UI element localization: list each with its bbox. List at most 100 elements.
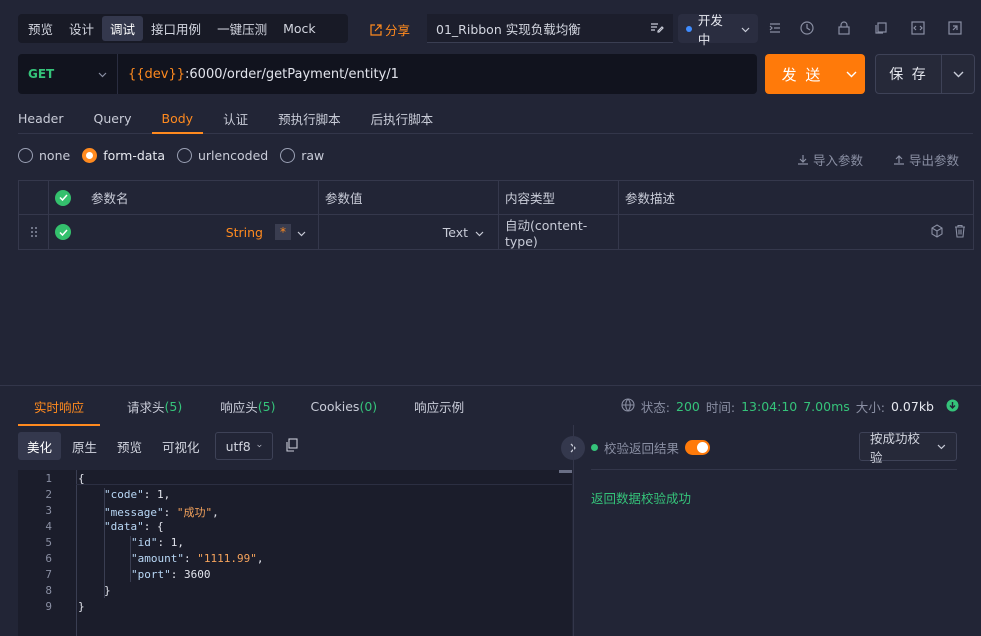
tab-response-headers[interactable]: 响应头 (5) — [220, 386, 275, 426]
export-doc-icon[interactable] — [947, 20, 963, 36]
description-header: 参数描述 — [625, 191, 676, 206]
radio-label: raw — [301, 148, 325, 163]
tab-header[interactable]: Header — [18, 103, 64, 133]
share-button[interactable]: 分享 — [370, 20, 410, 39]
tab-body[interactable]: Body — [151, 103, 203, 134]
tab-preview[interactable]: 预览 — [20, 16, 61, 41]
line-number: 9 — [45, 600, 52, 613]
radio-none[interactable]: none — [18, 148, 70, 163]
size-label: 大小: — [855, 400, 885, 415]
chevron-down-icon[interactable] — [837, 54, 865, 94]
response-clock: 13:04:10 — [741, 399, 798, 414]
line-number: 3 — [45, 504, 52, 517]
code-line: "port": 3600 — [131, 568, 211, 581]
tab-realtime-response[interactable]: 实时响应 — [17, 386, 101, 426]
radio-label: urlencoded — [198, 148, 269, 163]
save-button[interactable]: 保 存 — [875, 54, 975, 94]
view-beautify[interactable]: 美化 — [18, 432, 62, 460]
value-type[interactable]: Text — [443, 225, 468, 240]
tab-query[interactable]: Query — [94, 103, 132, 133]
response-code-viewer[interactable]: 1 2 3 4 5 6 7 8 9 { "code": 1, "message"… — [18, 470, 572, 636]
verify-mode-select[interactable]: 按成功校验 — [859, 431, 957, 465]
url-path: :6000/order/getPayment/entity/1 — [185, 66, 399, 82]
tab-mock[interactable]: Mock — [275, 16, 324, 41]
url-bar: GET {{dev}}:6000/order/getPayment/entity… — [18, 54, 757, 94]
json-value: 3600 — [184, 568, 211, 581]
download-icon[interactable] — [946, 399, 959, 415]
code-line: "code": 1, — [104, 488, 171, 501]
drag-handle-icon[interactable] — [19, 215, 49, 249]
request-tabs: Header Query Body 认证 预执行脚本 后执行脚本 — [18, 103, 973, 134]
json-value: 1 — [170, 536, 178, 549]
param-name-cell[interactable]: String * — [49, 215, 319, 249]
share-icon — [370, 23, 382, 36]
tab-pre-script[interactable]: 预执行脚本 — [278, 103, 341, 133]
api-title-input[interactable]: 01_Ribbon 实现负载均衡 — [427, 14, 673, 43]
line-number: 8 — [45, 584, 52, 597]
method-select[interactable]: GET — [18, 54, 118, 94]
radio-raw[interactable]: raw — [280, 148, 324, 163]
json-key: "message" — [104, 506, 164, 519]
json-key: "code" — [104, 488, 144, 501]
encoding-select[interactable]: utf8 — [214, 432, 273, 460]
send-button[interactable]: 发 送 — [765, 54, 865, 94]
tab-count: (5) — [257, 398, 276, 414]
view-raw[interactable]: 原生 — [63, 432, 106, 460]
tab-api-case[interactable]: 接口用例 — [143, 16, 209, 41]
verify-toggle[interactable] — [685, 440, 711, 455]
required-tag[interactable]: * — [275, 224, 291, 240]
time-label: 时间: — [705, 400, 736, 415]
tab-stress-test[interactable]: 一键压测 — [209, 16, 275, 41]
radio-form-data[interactable]: form-data — [82, 148, 165, 163]
json-value: "成功" — [176, 506, 213, 519]
environment-select[interactable]: 开发中 — [678, 13, 758, 47]
radio-urlencoded[interactable]: urlencoded — [177, 148, 268, 163]
view-preview[interactable]: 预览 — [108, 432, 151, 460]
code-icon[interactable] — [910, 20, 926, 36]
param-type[interactable]: String — [226, 225, 263, 240]
radio-label: none — [39, 148, 71, 163]
history-icon[interactable] — [799, 20, 815, 36]
tab-auth[interactable]: 认证 — [223, 103, 248, 133]
url-variable: {{dev}} — [128, 66, 186, 82]
content-type-cell[interactable]: 自动(content-type) — [499, 215, 619, 249]
save-label: 保 存 — [876, 55, 942, 93]
select-all-checkbox[interactable] — [55, 189, 71, 206]
import-params-button[interactable]: 导入参数 — [797, 150, 863, 169]
code-line: "amount": "1111.99", — [131, 552, 264, 565]
export-params-button[interactable]: 导出参数 — [893, 150, 959, 169]
copy-icon[interactable] — [285, 437, 298, 455]
tab-label: 响应头 — [220, 399, 258, 415]
globe-icon[interactable] — [621, 398, 635, 415]
line-number: 4 — [45, 520, 52, 533]
json-key: "id" — [131, 536, 158, 549]
tab-label: 实时响应 — [34, 399, 85, 415]
edit-doc-icon[interactable] — [650, 21, 664, 36]
delete-icon[interactable] — [953, 224, 967, 241]
drag-col — [19, 181, 49, 214]
view-mode-bar: 美化 原生 预览 可视化 utf8 — [18, 432, 298, 460]
param-value-cell[interactable]: Text — [319, 215, 499, 249]
line-number: 7 — [45, 568, 52, 581]
chevron-down-icon[interactable] — [475, 225, 484, 240]
row-checkbox[interactable] — [55, 224, 71, 240]
tab-design[interactable]: 设计 — [61, 16, 102, 41]
chevron-down-icon[interactable] — [942, 71, 974, 78]
env-label: 开发中 — [697, 12, 723, 47]
tab-debug[interactable]: 调试 — [102, 16, 144, 41]
description-cell[interactable] — [619, 215, 973, 249]
tab-response-example[interactable]: 响应示例 — [414, 386, 464, 426]
json-key: "data" — [104, 520, 144, 533]
chevron-down-icon[interactable] — [297, 225, 306, 240]
tab-count: (0) — [359, 398, 378, 414]
tab-cookies[interactable]: Cookies (0) — [310, 386, 377, 426]
lock-icon[interactable] — [836, 20, 852, 36]
tab-post-script[interactable]: 后执行脚本 — [371, 103, 434, 133]
copy-icon[interactable] — [873, 20, 889, 36]
indent-icon[interactable] — [767, 20, 783, 36]
cube-icon[interactable] — [930, 223, 944, 241]
view-visualize[interactable]: 可视化 — [153, 432, 209, 460]
import-label: 导入参数 — [813, 153, 864, 168]
tab-request-headers[interactable]: 请求头 (5) — [127, 386, 182, 426]
url-input[interactable]: {{dev}}:6000/order/getPayment/entity/1 — [118, 67, 399, 82]
